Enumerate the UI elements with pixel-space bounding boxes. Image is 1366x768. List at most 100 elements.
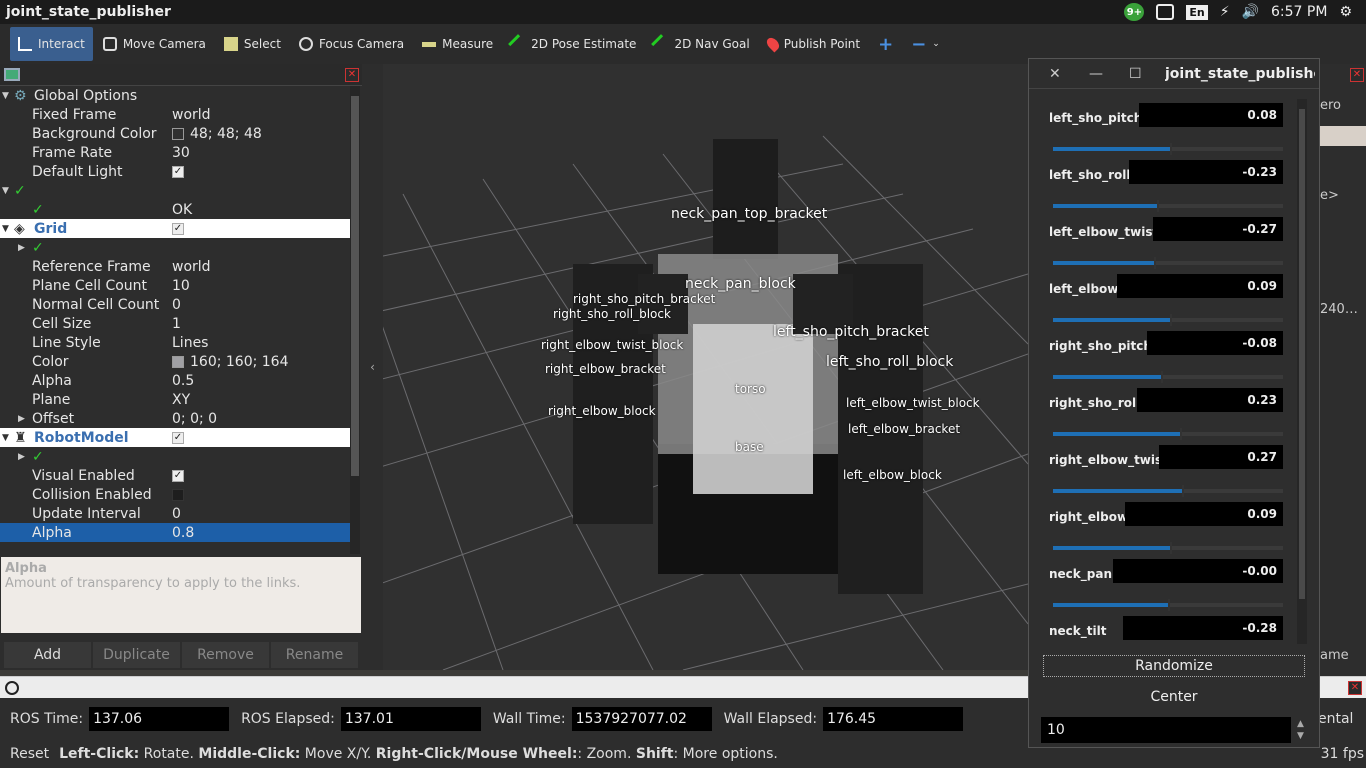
tree-normal-cell-count[interactable]: Normal Cell Count 0 [0, 295, 350, 314]
expand-icon[interactable]: ▶ [18, 452, 25, 462]
displays-scrollbar[interactable] [350, 86, 360, 554]
tree-global-options[interactable]: ▼ ⚙ Global Options [0, 86, 350, 105]
tree-default-light[interactable]: Default Light ✓ [0, 162, 350, 181]
joint-value-field[interactable]: 0.09 [1117, 274, 1283, 298]
checkbox[interactable]: ✓ [172, 222, 184, 235]
joint-value-field[interactable]: -0.28 [1123, 616, 1283, 640]
prop-value[interactable]: world [172, 259, 211, 275]
joint-value-field[interactable]: 0.23 [1137, 388, 1283, 412]
prop-value[interactable]: ✓ [172, 431, 184, 444]
prop-value[interactable]: 30 [172, 145, 190, 161]
tool-2d-pose[interactable]: 2D Pose Estimate [503, 27, 644, 61]
checkbox[interactable] [172, 488, 184, 501]
joint-value-field[interactable]: -0.27 [1153, 217, 1283, 241]
reset-button[interactable]: Reset [0, 746, 59, 762]
tree-fixed-frame[interactable]: Fixed Frame world [0, 105, 350, 124]
expand-icon[interactable]: ▶ [18, 414, 25, 424]
prop-value[interactable]: ✓ [172, 165, 184, 178]
prop-value[interactable]: ✓ [172, 469, 184, 482]
spinbox-field[interactable]: 10 [1041, 717, 1291, 743]
expand-icon[interactable]: ▶ [18, 243, 25, 253]
close-icon[interactable]: ✕ [345, 68, 359, 82]
joint-slider[interactable] [1053, 143, 1283, 155]
joint-slider[interactable] [1053, 485, 1283, 497]
expand-icon[interactable]: ▼ [2, 91, 9, 101]
window-icon[interactable] [1156, 4, 1175, 20]
joint-list-scrollbar[interactable] [1297, 99, 1307, 644]
prop-value[interactable]: 0; 0; 0 [172, 411, 217, 427]
prop-value[interactable]: 48; 48; 48 [172, 126, 262, 142]
joint-value-field[interactable]: 0.08 [1139, 103, 1283, 127]
joint-value-field[interactable]: -0.00 [1113, 559, 1283, 583]
tree-reference-frame[interactable]: Reference Frame world [0, 257, 350, 276]
remove-tool-button[interactable]: − ⌄ [903, 27, 948, 61]
spin-up-icon[interactable]: ▲ [1297, 719, 1304, 729]
tool-measure[interactable]: Measure [414, 27, 501, 61]
ros-elapsed-field[interactable]: 137.01 [340, 707, 481, 731]
tree-robot-model[interactable]: ▼ ♜ RobotModel ✓ [0, 428, 350, 447]
tool-move-camera[interactable]: Move Camera [95, 27, 214, 61]
tree-cell-size[interactable]: Cell Size 1 [0, 314, 350, 333]
add-button[interactable]: Add [4, 642, 91, 668]
expand-icon[interactable]: ▼ [2, 433, 9, 443]
prop-value[interactable] [172, 488, 184, 501]
tree-background-color[interactable]: Background Color 48; 48; 48 [0, 124, 350, 143]
tree-status[interactable]: ▼ ✓ [0, 181, 350, 200]
wall-time-field[interactable]: 1537927077.02 [571, 707, 712, 731]
tree-robot-status[interactable]: ▶ ✓ [0, 447, 350, 466]
checkbox[interactable]: ✓ [172, 165, 184, 178]
joint-slider[interactable] [1053, 542, 1283, 554]
gear-icon[interactable]: ⚙ [1339, 4, 1352, 20]
prop-value[interactable]: 0 [172, 506, 181, 522]
scrollbar-thumb[interactable] [1299, 109, 1305, 599]
prop-value[interactable]: Lines [172, 335, 208, 351]
joint-value-field[interactable]: -0.08 [1147, 331, 1283, 355]
joint-slider[interactable] [1053, 599, 1283, 611]
joint-value-field[interactable]: 0.09 [1125, 502, 1283, 526]
checkbox[interactable]: ✓ [172, 431, 184, 444]
joint-slider[interactable] [1053, 257, 1283, 269]
tree-color[interactable]: Color 160; 160; 164 [0, 352, 350, 371]
tool-2d-nav-goal[interactable]: 2D Nav Goal [646, 27, 757, 61]
tree-update-interval[interactable]: Update Interval 0 [0, 504, 350, 523]
tree-status-ok[interactable]: ✓ OK [0, 200, 350, 219]
close-icon[interactable]: ✕ [1350, 68, 1364, 82]
3d-viewport[interactable]: neck_pan_top_bracket neck_pan_block righ… [383, 64, 1028, 670]
tool-focus-camera[interactable]: Focus Camera [291, 27, 412, 61]
minimize-icon[interactable]: — [1089, 66, 1103, 82]
tree-plane-cell-count[interactable]: Plane Cell Count 10 [0, 276, 350, 295]
tree-alpha-selected[interactable]: Alpha 0.8 [0, 523, 350, 542]
tree-offset[interactable]: ▶ Offset 0; 0; 0 [0, 409, 350, 428]
duplicate-button[interactable]: Duplicate [93, 642, 180, 668]
joint-value-field[interactable]: -0.23 [1129, 160, 1283, 184]
tool-interact[interactable]: Interact [10, 27, 93, 61]
center-button[interactable]: Center [1043, 685, 1305, 709]
prop-value[interactable]: 1 [172, 316, 181, 332]
tree-grid-status[interactable]: ▶ ✓ [0, 238, 350, 257]
tree-collision-enabled[interactable]: Collision Enabled [0, 485, 350, 504]
joint-value-field[interactable]: 0.27 [1159, 445, 1283, 469]
scrollbar-thumb[interactable] [351, 96, 359, 476]
prop-value[interactable]: ✓ [172, 222, 184, 235]
prop-value[interactable]: 10 [172, 278, 190, 294]
checkbox[interactable]: ✓ [172, 469, 184, 482]
clock[interactable]: 6:57 PM [1271, 4, 1327, 20]
tree-frame-rate[interactable]: Frame Rate 30 [0, 143, 350, 162]
prop-value[interactable]: 160; 160; 164 [172, 354, 289, 370]
tree-visual-enabled[interactable]: Visual Enabled ✓ [0, 466, 350, 485]
close-icon[interactable]: ✕ [1348, 681, 1362, 695]
tree-plane[interactable]: Plane XY [0, 390, 350, 409]
volume-icon[interactable]: 🔊 [1242, 4, 1259, 20]
tree-grid[interactable]: ▼ ◈ Grid ✓ [0, 219, 350, 238]
joint-slider[interactable] [1053, 200, 1283, 212]
maximize-icon[interactable]: ☐ [1129, 66, 1142, 82]
rename-button[interactable]: Rename [271, 642, 358, 668]
collapse-left-panel[interactable]: ‹ [362, 64, 383, 670]
notification-badge[interactable]: 9+ [1124, 3, 1145, 21]
joint-slider[interactable] [1053, 371, 1283, 383]
add-tool-button[interactable]: + [870, 27, 901, 61]
randomize-button[interactable]: Randomize [1043, 655, 1305, 677]
spin-down-icon[interactable]: ▼ [1297, 731, 1304, 741]
views-field[interactable] [1320, 126, 1366, 146]
prop-value[interactable]: XY [172, 392, 190, 408]
